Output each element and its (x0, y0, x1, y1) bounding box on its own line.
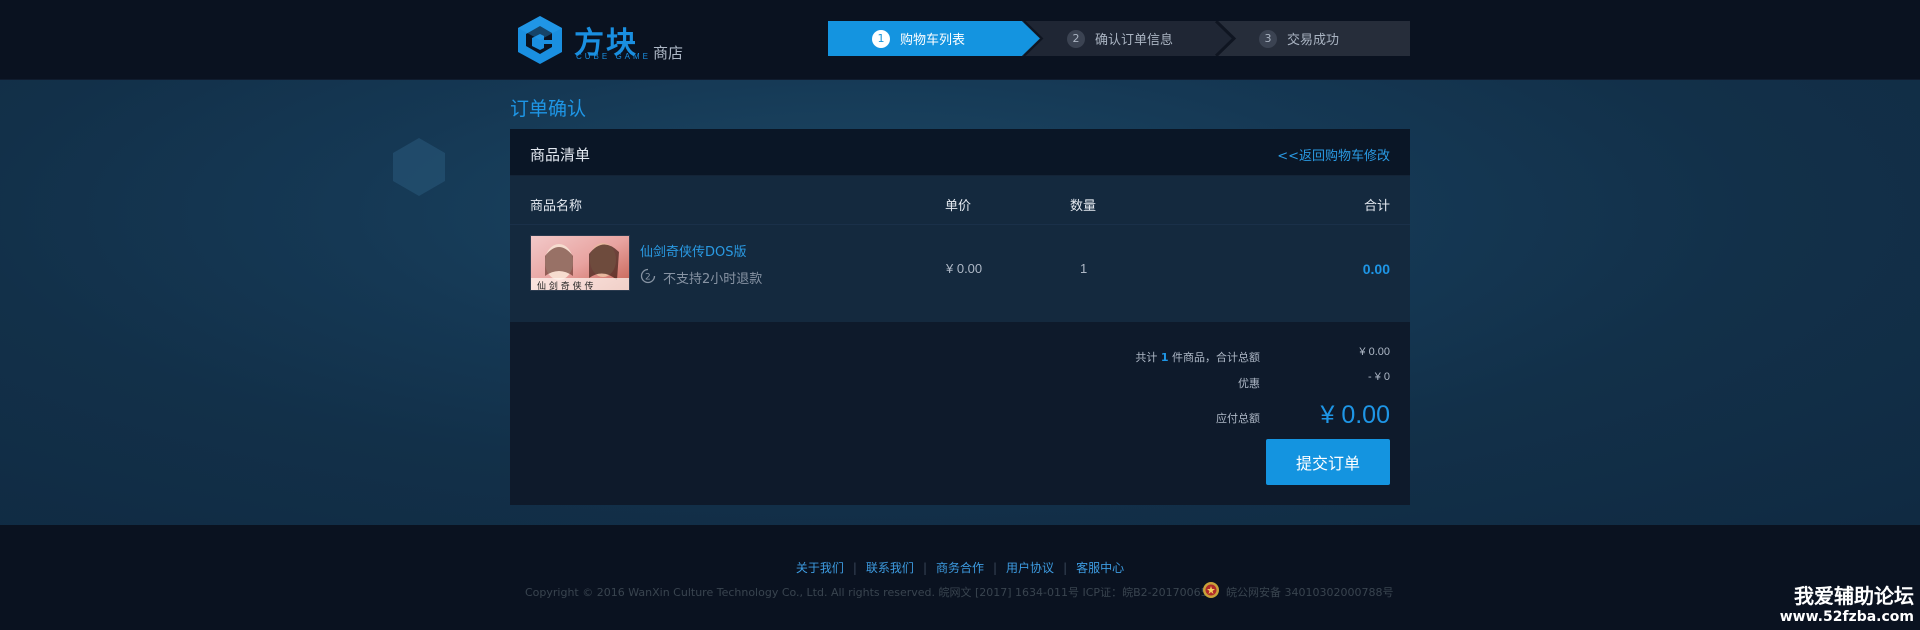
hexagon-decoration-icon (393, 138, 445, 196)
column-header-name: 商品名称 (530, 199, 583, 214)
item-quantity: 1 (1080, 261, 1088, 276)
site-footer: 关于我们 | 联系我们 | 商务合作 | 用户协议 | 客服中心 Copyright © 201… (0, 525, 1920, 630)
cube-logo-icon (518, 16, 562, 64)
footer-link-agreement[interactable]: 用户协议 (1006, 561, 1054, 575)
refund-hours-icon: 2 (640, 268, 656, 284)
subtotal-value: ¥ 0.00 (1359, 346, 1390, 358)
footer-link-business[interactable]: 商务合作 (936, 561, 984, 575)
panel-title: 商品清单 (530, 146, 591, 164)
step-success: 3 交易成功 (1259, 21, 1339, 56)
step-label: 交易成功 (1287, 33, 1340, 48)
step-number: 1 (872, 29, 890, 48)
column-header-total: 合计 (1363, 199, 1390, 214)
item-unit-price: ¥ 0.00 (946, 261, 983, 276)
product-table: 商品名称 单价 数量 合计 仙 剑 奇 侠 传 仙剑奇侠传DOS版 2 不支持2… (510, 176, 1410, 322)
svg-text:仙 剑 奇 侠 传: 仙 剑 奇 侠 传 (537, 280, 593, 291)
logo-subtext: CUBE GAME (576, 52, 652, 61)
logo[interactable]: 方块 CUBE GAME 商店 (514, 14, 694, 66)
step-label: 购物车列表 (900, 33, 966, 48)
footer-link-contact[interactable]: 联系我们 (866, 561, 914, 575)
step-number: 2 (1067, 29, 1085, 48)
step-number: 3 (1259, 29, 1277, 48)
police-record-text: 皖公网安备 34010302000788号 (1226, 586, 1394, 599)
svg-text:2: 2 (645, 273, 651, 283)
copyright-text: Copyright © 2016 WanXin Culture Technolo… (525, 586, 1208, 599)
footer-links: 关于我们 | 联系我们 | 商务合作 | 用户协议 | 客服中心 (795, 561, 1125, 575)
payable-total: ¥ 0.00 (1320, 401, 1390, 429)
police-badge-icon (1203, 582, 1219, 598)
shop-label: 商店 (653, 44, 684, 62)
forum-watermark: 我爱辅助论坛 www.52fzba.com (1779, 584, 1914, 625)
item-count-label: 共计 1 件商品，合计总额 (1135, 351, 1260, 364)
site-header: 方块 CUBE GAME 商店 1 购物车列表 2 确认订单信息 3 交易成功 (0, 0, 1920, 80)
step-confirm-order: 2 确认订单信息 (1067, 21, 1173, 56)
step-cart-list: 1 购物车列表 (872, 21, 965, 56)
step-label: 确认订单信息 (1095, 33, 1174, 48)
footer-link-support[interactable]: 客服中心 (1076, 561, 1124, 575)
discount-label: 优惠 (1238, 377, 1260, 390)
row-divider (510, 224, 1410, 225)
footer-link-about[interactable]: 关于我们 (796, 561, 844, 575)
page-title: 订单确认 (510, 98, 587, 120)
column-header-price: 单价 (945, 199, 972, 214)
order-panel: 商品清单 <<返回购物车修改 商品名称 单价 数量 合计 仙 剑 奇 侠 传 仙… (510, 129, 1410, 505)
discount-value: - ¥ 0 (1367, 371, 1390, 383)
item-count: 1 (1160, 351, 1169, 364)
back-to-cart-link[interactable]: <<返回购物车修改 (1277, 145, 1390, 164)
product-name-link[interactable]: 仙剑奇侠传DOS版 (640, 241, 747, 260)
payable-label: 应付总额 (1216, 412, 1260, 425)
column-header-qty: 数量 (1070, 199, 1097, 214)
submit-order-button[interactable]: 提交订单 (1266, 439, 1390, 485)
product-thumbnail[interactable]: 仙 剑 奇 侠 传 (530, 235, 630, 291)
refund-note: 不支持2小时退款 (663, 272, 763, 287)
panel-header: 商品清单 <<返回购物车修改 (510, 129, 1410, 176)
item-total: 0.00 (1362, 261, 1390, 277)
checkout-steps: 1 购物车列表 2 确认订单信息 3 交易成功 (828, 21, 1410, 56)
